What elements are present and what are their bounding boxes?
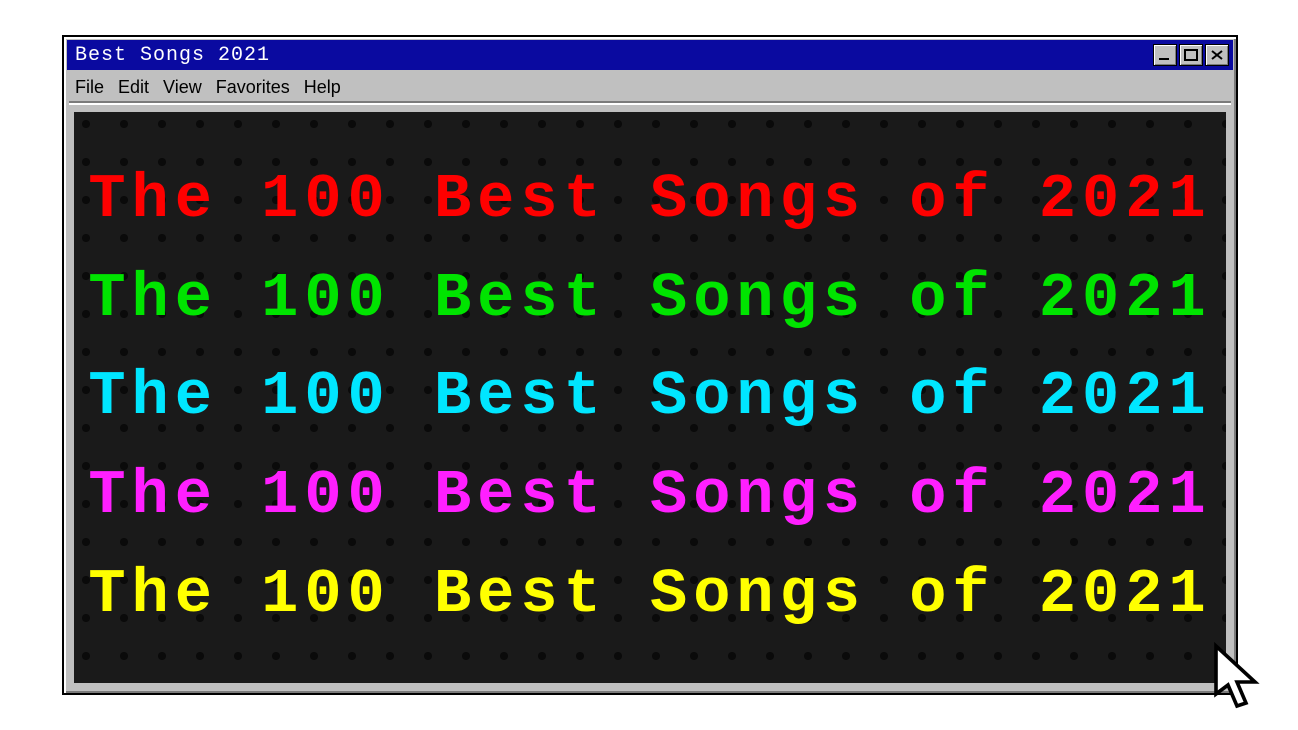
minimize-button[interactable]	[1153, 44, 1177, 66]
content-area: The 100 Best Songs of 2021 The 100 Best …	[74, 112, 1226, 683]
menu-bar: File Edit View Favorites Help	[69, 73, 1231, 103]
headline-yellow: The 100 Best Songs of 2021	[88, 564, 1211, 626]
minimize-icon	[1158, 49, 1172, 61]
menu-file[interactable]: File	[75, 77, 104, 98]
menu-edit[interactable]: Edit	[118, 77, 149, 98]
window-frame: Best Songs 2021 File Edit View Favorites…	[62, 35, 1238, 695]
menu-help[interactable]: Help	[304, 77, 341, 98]
headline-cyan: The 100 Best Songs of 2021	[88, 366, 1211, 428]
close-button[interactable]	[1205, 44, 1229, 66]
menu-view[interactable]: View	[163, 77, 202, 98]
headline-red: The 100 Best Songs of 2021	[88, 169, 1211, 231]
maximize-button[interactable]	[1179, 44, 1203, 66]
close-icon	[1210, 49, 1224, 61]
headline-magenta: The 100 Best Songs of 2021	[88, 465, 1211, 527]
cursor-icon	[1208, 640, 1272, 712]
menu-favorites[interactable]: Favorites	[216, 77, 290, 98]
window-title: Best Songs 2021	[75, 44, 1151, 67]
title-bar[interactable]: Best Songs 2021	[67, 40, 1233, 70]
maximize-icon	[1184, 49, 1198, 61]
headline-green: The 100 Best Songs of 2021	[88, 268, 1211, 330]
